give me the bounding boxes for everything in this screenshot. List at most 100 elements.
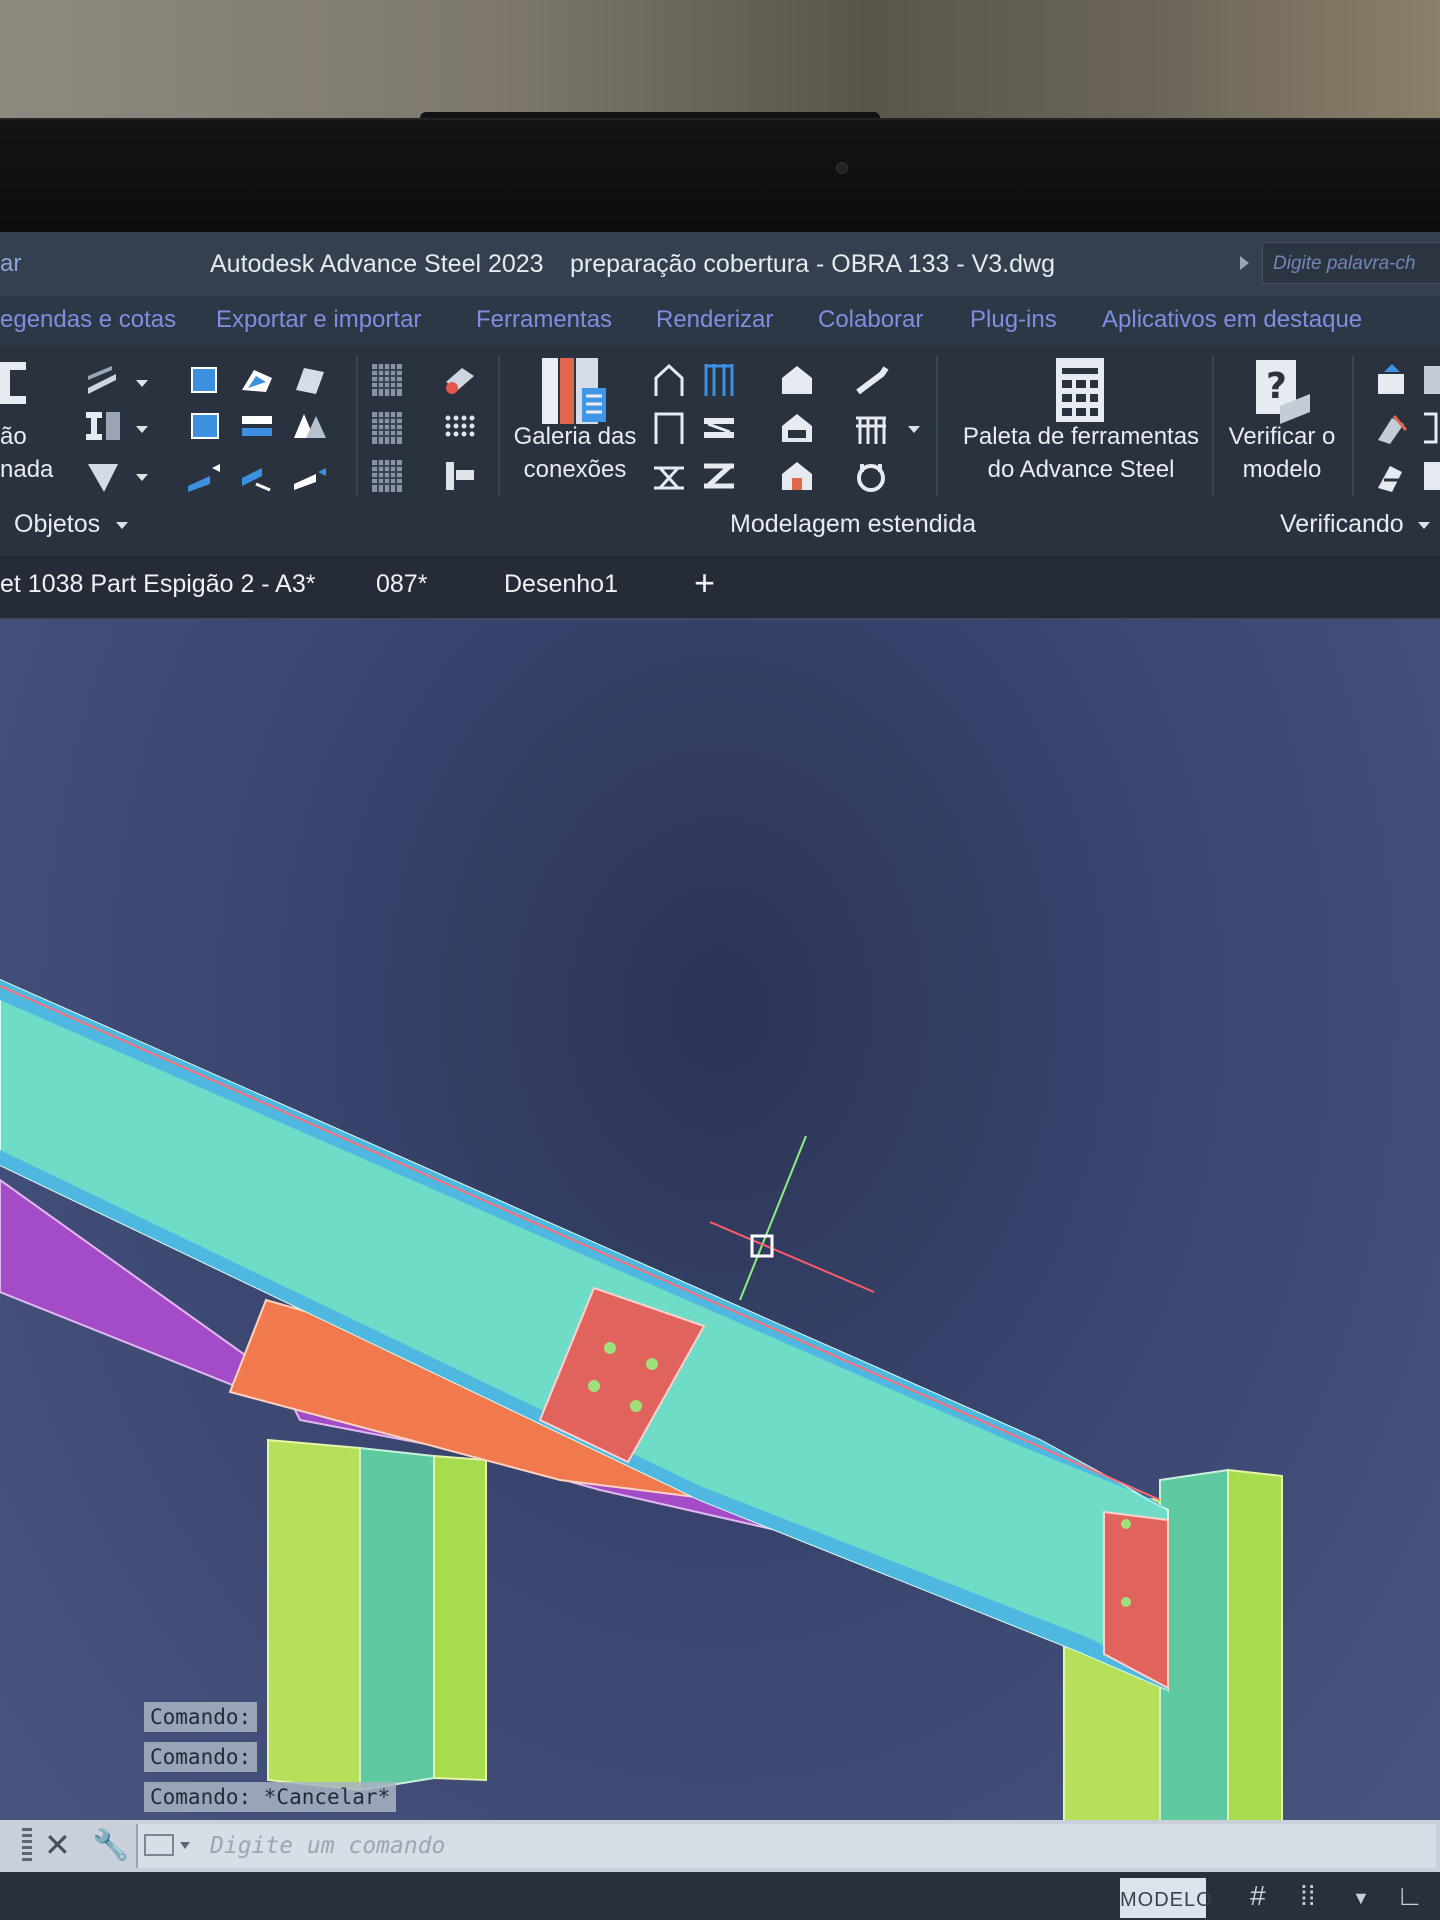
doc-tab-desenho1[interactable]: Desenho1 — [504, 570, 618, 599]
tab-aplicativos-em-destaque[interactable]: Aplicativos em destaque — [1102, 306, 1362, 334]
building-hip-icon[interactable] — [778, 410, 816, 446]
command-input[interactable]: Digite um comando — [136, 1824, 1436, 1868]
chevron-down-icon[interactable] — [180, 1842, 190, 1849]
connection-gallery-icon[interactable] — [538, 354, 610, 428]
bolt-pattern-icon[interactable] — [440, 410, 478, 446]
close-icon[interactable]: ✕ — [44, 1826, 71, 1864]
tab-renderizar[interactable]: Renderizar — [656, 306, 773, 334]
building-gable-icon[interactable] — [778, 362, 816, 398]
collision-icon[interactable] — [1372, 410, 1410, 446]
check-extra-icon[interactable] — [1420, 362, 1440, 398]
plate-slant-icon[interactable] — [84, 362, 122, 398]
check-extra-icon-2[interactable] — [1420, 410, 1440, 446]
dropdown-caret-icon[interactable] — [136, 474, 148, 481]
ribbon-separator — [936, 356, 938, 496]
left-tool-label-2: nada — [0, 456, 54, 483]
tool-palette-label-2: do Advance Steel — [987, 456, 1175, 483]
tool-palette-label-1: Paleta de ferramentas — [962, 423, 1200, 450]
grid-icon[interactable]: # — [1250, 1880, 1266, 1912]
group-expand-caret-icon[interactable] — [1418, 522, 1430, 529]
grating-pattern-icon[interactable] — [368, 410, 406, 446]
clash-check-icon[interactable] — [1372, 362, 1410, 398]
doc-tab-087[interactable]: 087* — [376, 570, 427, 599]
ribbon-separator — [356, 356, 358, 496]
check-model-label-1: Verificar o — [1228, 423, 1336, 450]
column-frame-icon[interactable] — [700, 362, 738, 398]
group-label-objetos[interactable]: Objetos — [14, 510, 100, 539]
tab-plug-ins[interactable]: Plug-ins — [970, 306, 1057, 334]
status-bar: MODELO # ⁞⁞ ▼ ∟ — [0, 1872, 1440, 1920]
laptop-bezel — [0, 118, 1440, 240]
tab-ferramentas[interactable]: Ferramentas — [476, 306, 612, 334]
plate-polygon-icon[interactable] — [238, 362, 276, 398]
model-space-button[interactable]: MODELO — [1120, 1878, 1212, 1918]
frame-corner-icon[interactable] — [650, 410, 688, 446]
truss-icon[interactable] — [700, 410, 738, 446]
command-history-icon[interactable] — [144, 1834, 174, 1856]
command-bar-grip-icon[interactable] — [22, 1828, 32, 1864]
bracing-icon[interactable] — [650, 458, 688, 494]
beam-extend-icon[interactable] — [186, 458, 224, 494]
folded-plate-icon[interactable] — [290, 362, 328, 398]
group-label-verificando[interactable]: Verificando — [1280, 510, 1404, 539]
dropdown-caret-icon[interactable] — [136, 380, 148, 387]
check-model-icon[interactable]: ? — [1250, 354, 1314, 426]
haunch-icon[interactable] — [84, 458, 122, 494]
railing-icon[interactable] — [852, 410, 890, 446]
check-extra-icon-3[interactable] — [1420, 458, 1440, 494]
ribbon-panel: ão nada Galeria das conexões Paleta de f… — [0, 346, 1440, 556]
document-tabs: et 1038 Part Espigão 2 - A3* 087* Desenh… — [0, 556, 1440, 620]
webcam — [836, 162, 848, 174]
purlin-z-icon[interactable] — [700, 458, 738, 494]
portal-frame-icon[interactable] — [650, 362, 688, 398]
tool-palette-icon[interactable] — [1052, 354, 1108, 426]
chevron-down-icon[interactable]: ▼ — [1352, 1888, 1370, 1909]
search-expand-icon[interactable] — [1240, 256, 1249, 270]
svg-text:?: ? — [1266, 366, 1287, 407]
grating-icon[interactable] — [368, 362, 406, 398]
cage-ladder-icon[interactable] — [852, 458, 890, 494]
shrink-plate-icon[interactable] — [290, 408, 328, 444]
command-bar: ✕ 🔧 Digite um comando — [0, 1820, 1440, 1872]
ribbon-separator — [498, 356, 500, 496]
plate-square-icon[interactable] — [186, 362, 224, 398]
dropdown-caret-icon[interactable] — [136, 426, 148, 433]
beam-shorten-icon[interactable] — [290, 458, 328, 494]
connection-gallery-label-2: conexões — [523, 456, 627, 483]
audit-icon[interactable] — [1372, 458, 1410, 494]
left-tool-label-1: ão — [0, 423, 27, 450]
beam-cut-icon[interactable] — [238, 458, 276, 494]
dropdown-caret-icon[interactable] — [908, 426, 920, 433]
ribbon-separator — [1352, 356, 1354, 496]
tab-colaborar[interactable]: Colaborar — [818, 306, 923, 334]
ribbon-separator — [1212, 356, 1214, 496]
ortho-icon[interactable]: ∟ — [1396, 1880, 1423, 1912]
help-search-input[interactable]: Digite palavra-ch — [1262, 242, 1440, 284]
i-beam-icon[interactable] — [84, 408, 122, 444]
building-door-icon[interactable] — [778, 458, 816, 494]
ribbon-tabs: egendas e cotas Exportar e importar Ferr… — [0, 296, 1440, 346]
wrench-icon[interactable]: 🔧 — [92, 1828, 129, 1863]
anchor-bolt-icon[interactable] — [440, 458, 478, 494]
command-history-line: Comando: — [144, 1702, 258, 1732]
group-label-modelagem-estendida[interactable]: Modelagem estendida — [730, 510, 976, 539]
tab-exportar-e-importar[interactable]: Exportar e importar — [216, 306, 421, 334]
file-title: preparação cobertura - OBRA 133 - V3.dwg — [570, 250, 1055, 278]
left-column[interactable] — [267, 1438, 487, 1792]
beam-large-icon[interactable] — [0, 358, 30, 408]
command-history-line: Comando: *Cancelar* — [144, 1782, 397, 1812]
new-tab-plus-icon[interactable]: + — [694, 562, 715, 604]
doc-tab-part-espigao[interactable]: et 1038 Part Espigão 2 - A3* — [0, 570, 316, 599]
plate-split-icon[interactable] — [238, 408, 276, 444]
stair-icon[interactable] — [852, 362, 890, 398]
quick-access-fragment[interactable]: ar — [0, 250, 21, 278]
app-title: Autodesk Advance Steel 2023 — [210, 250, 544, 278]
group-expand-caret-icon[interactable] — [116, 522, 128, 529]
snap-grid-icon[interactable]: ⁞⁞ — [1300, 1880, 1316, 1912]
tab-legendas-e-cotas[interactable]: egendas e cotas — [0, 306, 176, 334]
grating-variable-icon[interactable] — [368, 458, 406, 494]
plate-corner-icon[interactable] — [186, 408, 224, 444]
connection-object-icon[interactable] — [440, 362, 478, 398]
connection-gallery-label-1: Galeria das — [513, 423, 637, 450]
command-history-line: Comando: — [144, 1742, 258, 1772]
